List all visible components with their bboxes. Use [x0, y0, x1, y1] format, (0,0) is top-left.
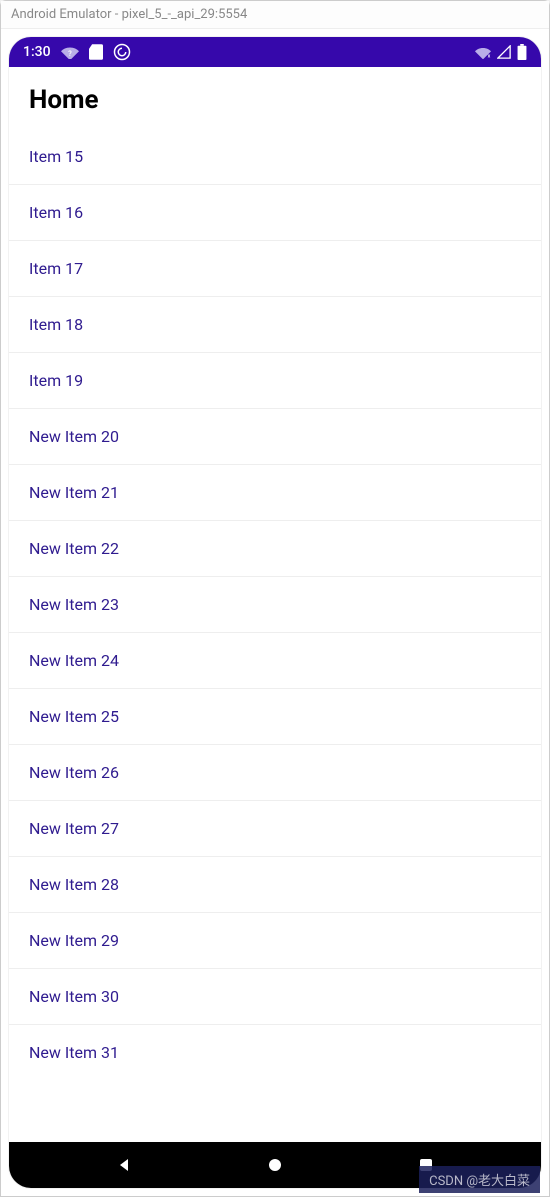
list-item-label: New Item 26	[29, 763, 119, 782]
svg-text:x: x	[488, 53, 491, 59]
sync-icon	[113, 43, 131, 61]
list-item-label: New Item 30	[29, 987, 119, 1006]
list-item-label: Item 19	[29, 371, 83, 390]
wifi-error-icon: x	[475, 45, 491, 59]
list-item[interactable]: New Item 25	[9, 689, 541, 745]
emulator-window: Android Emulator - pixel_5_-_api_29:5554…	[0, 0, 550, 1197]
list-item-label: New Item 24	[29, 651, 119, 670]
list-item-label: New Item 25	[29, 707, 119, 726]
list-item[interactable]: New Item 22	[9, 521, 541, 577]
list-item-label: Item 15	[29, 147, 83, 166]
list-item[interactable]: Item 17	[9, 241, 541, 297]
list-item[interactable]: New Item 28	[9, 857, 541, 913]
status-right: x	[475, 44, 527, 60]
list-item-label: New Item 20	[29, 427, 119, 446]
wifi-unknown-icon: ?	[61, 45, 79, 59]
watermark-text: CSDN @老大白菜	[429, 1174, 530, 1189]
battery-icon	[517, 44, 527, 60]
svg-text:?: ?	[68, 49, 72, 58]
list-item-label: New Item 21	[29, 483, 119, 502]
list-item-label: New Item 23	[29, 595, 119, 614]
list-item-label: Item 16	[29, 203, 83, 222]
list-item-label: New Item 22	[29, 539, 119, 558]
emulator-frame: 1:30 ? x	[1, 29, 549, 1196]
list-item-label: New Item 28	[29, 875, 119, 894]
status-left: 1:30 ?	[23, 43, 131, 61]
list-item-label: New Item 31	[29, 1043, 119, 1062]
list-item[interactable]: New Item 24	[9, 633, 541, 689]
back-button[interactable]	[113, 1154, 135, 1176]
list-item[interactable]: Item 19	[9, 353, 541, 409]
list-item[interactable]: Item 18	[9, 297, 541, 353]
window-titlebar: Android Emulator - pixel_5_-_api_29:5554	[1, 1, 549, 29]
app-content[interactable]: Home Item 15 Item 16 Item 17 Item 18 Ite…	[9, 67, 541, 1142]
list-item[interactable]: Item 15	[9, 129, 541, 185]
list-item[interactable]: New Item 29	[9, 913, 541, 969]
item-list[interactable]: Item 15 Item 16 Item 17 Item 18 Item 19 …	[9, 129, 541, 1064]
sd-card-icon	[89, 44, 103, 60]
device-screen: 1:30 ? x	[9, 37, 541, 1188]
list-item[interactable]: New Item 20	[9, 409, 541, 465]
signal-icon	[497, 45, 511, 59]
watermark: CSDN @老大白菜	[419, 1166, 540, 1193]
list-item[interactable]: New Item 26	[9, 745, 541, 801]
status-bar: 1:30 ? x	[9, 37, 541, 67]
list-item[interactable]: New Item 21	[9, 465, 541, 521]
home-button[interactable]	[264, 1154, 286, 1176]
list-item-label: Item 18	[29, 315, 83, 334]
status-time: 1:30	[23, 44, 51, 60]
list-item-label: Item 17	[29, 259, 83, 278]
list-item-label: New Item 27	[29, 819, 119, 838]
list-item[interactable]: Item 16	[9, 185, 541, 241]
list-item[interactable]: New Item 30	[9, 969, 541, 1025]
list-item[interactable]: New Item 27	[9, 801, 541, 857]
list-item[interactable]: New Item 31	[9, 1025, 541, 1064]
page-title: Home	[9, 67, 541, 129]
list-item[interactable]: New Item 23	[9, 577, 541, 633]
window-title: Android Emulator - pixel_5_-_api_29:5554	[11, 7, 247, 22]
list-item-label: New Item 29	[29, 931, 119, 950]
